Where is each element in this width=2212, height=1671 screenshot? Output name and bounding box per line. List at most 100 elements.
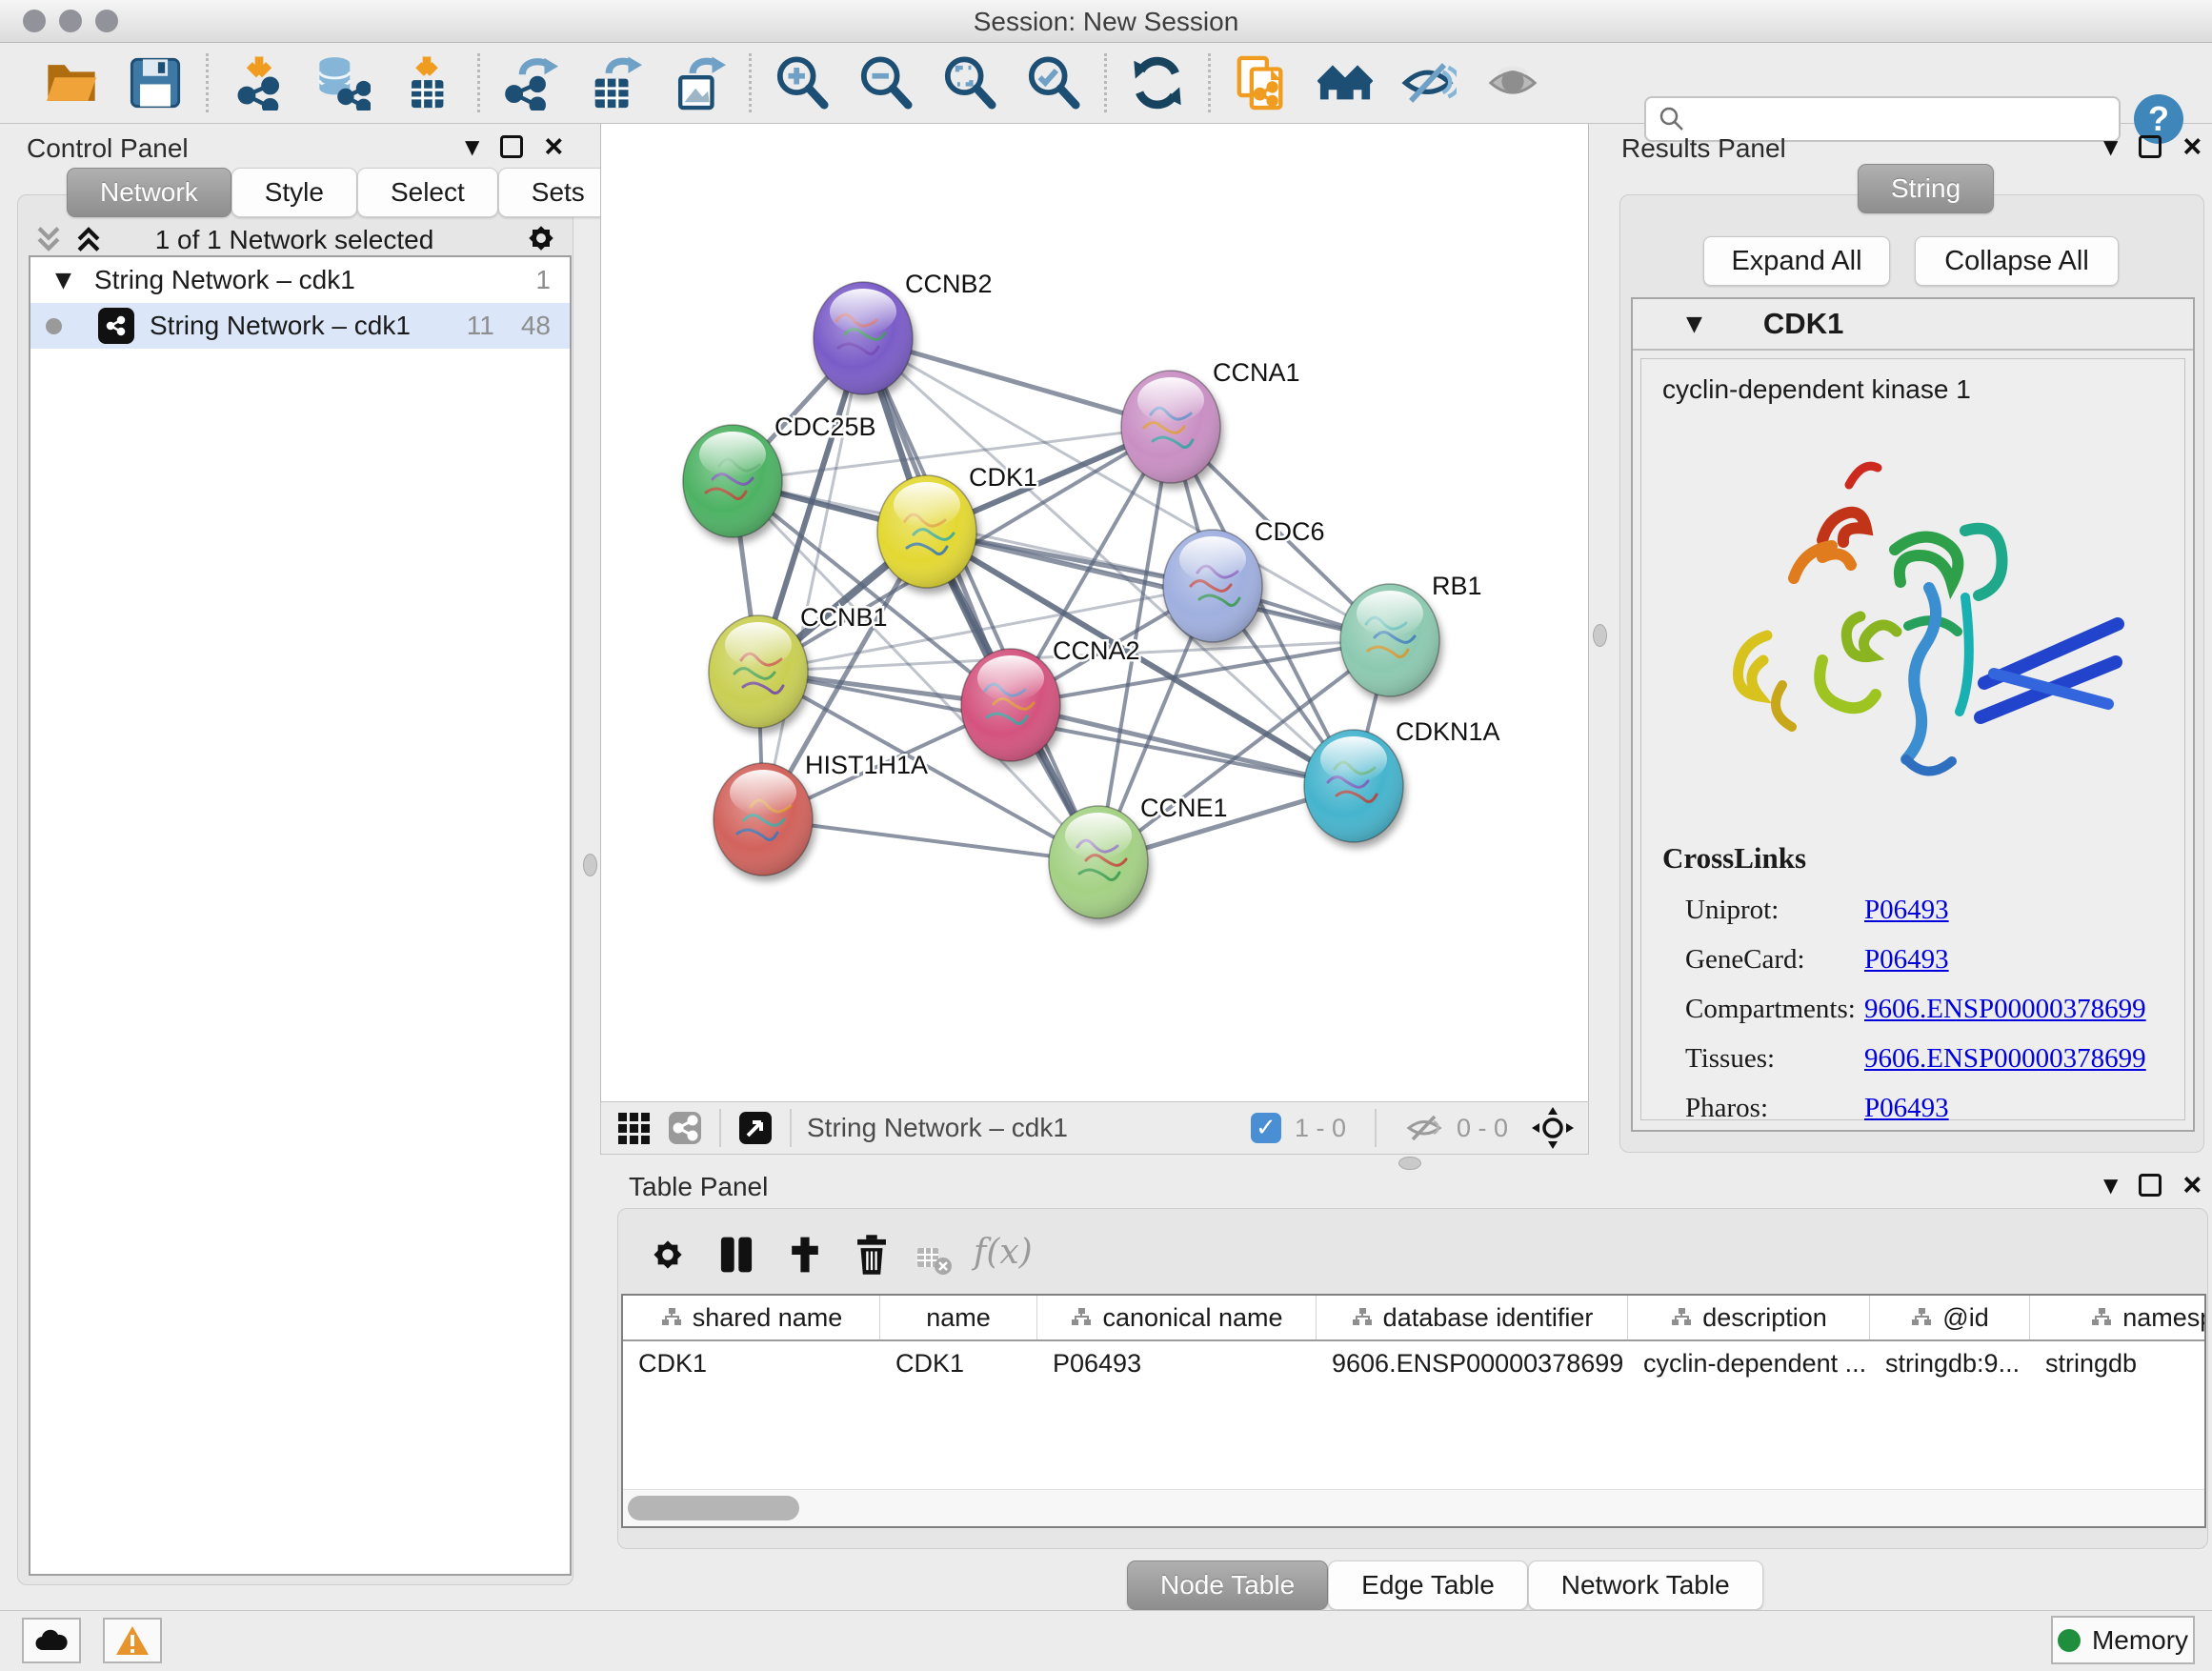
gene-section: ▼ CDK1 cyclin-dependent kinase 1 <box>1631 297 2195 1132</box>
zoom-out-icon[interactable] <box>858 55 914 111</box>
cell-namespace[interactable]: stringdb <box>2030 1341 2206 1385</box>
collapse-all-button[interactable]: Collapse All <box>1915 236 2119 286</box>
network-row[interactable]: String Network – cdk1 11 48 <box>30 303 570 349</box>
column-header-description[interactable]: description <box>1628 1296 1870 1339</box>
app-window: Session: New Session <box>0 0 2212 1671</box>
table-options-gear-icon[interactable] <box>646 1233 690 1277</box>
tab-style[interactable]: Style <box>231 168 357 217</box>
node-label-cdc25b: CDC25B <box>774 413 876 441</box>
network-node-ccna2[interactable] <box>961 649 1060 761</box>
hide-selected-icon[interactable] <box>1401 55 1457 111</box>
network-node-hist1h1a[interactable] <box>714 763 813 876</box>
network-node-cdkn1a[interactable] <box>1304 730 1403 842</box>
close-panel-icon[interactable]: × <box>2182 1174 2202 1197</box>
column-header-name[interactable]: name <box>880 1296 1037 1339</box>
scrollbar-thumb[interactable] <box>628 1496 799 1520</box>
cell-name[interactable]: CDK1 <box>880 1341 1037 1385</box>
crosslink-pharos-link[interactable]: P06493 <box>1864 1093 1949 1124</box>
export-image-icon[interactable] <box>671 55 726 111</box>
cell-shared-name[interactable]: CDK1 <box>623 1341 880 1385</box>
network-options-gear-icon[interactable] <box>522 219 560 257</box>
selected-count-badge: 1 - 0 <box>1295 1114 1346 1143</box>
import-table-icon[interactable] <box>399 55 454 111</box>
open-session-icon[interactable] <box>44 55 99 111</box>
maximize-panel-icon[interactable] <box>2139 135 2162 158</box>
tab-network[interactable]: Network <box>67 168 231 217</box>
column-header-shared-name[interactable]: shared name <box>623 1296 880 1339</box>
import-network-from-database-icon[interactable] <box>315 55 371 111</box>
cloud-status-button[interactable] <box>22 1618 81 1663</box>
delete-column-icon[interactable] <box>850 1233 894 1277</box>
table-row[interactable]: CDK1 CDK1 P06493 9606.ENSP00000378699 cy… <box>623 1341 2204 1385</box>
grid-view-icon[interactable] <box>614 1109 653 1147</box>
apply-layout-icon[interactable] <box>1130 55 1185 111</box>
network-status-dot <box>46 318 62 334</box>
network-node-ccnb1[interactable] <box>709 615 808 728</box>
network-canvas[interactable]: CCNB2CCNA1CDC25BCDK1CDC6RB1CCNB1CCNA2CDK… <box>600 124 1589 1101</box>
window-title: Session: New Session <box>0 7 2212 37</box>
close-panel-icon[interactable]: × <box>544 135 563 158</box>
cell-canonical-name[interactable]: P06493 <box>1037 1341 1317 1385</box>
left-splitter-handle[interactable] <box>583 854 597 876</box>
column-header-database-identifier[interactable]: database identifier <box>1317 1296 1628 1339</box>
results-panel: Results Panel ▼ × String Expand All Coll… <box>1610 124 2212 1155</box>
export-table-icon[interactable] <box>587 55 642 111</box>
network-node-count: 11 <box>467 311 494 341</box>
tree-expander-icon[interactable]: ▼ <box>55 269 71 292</box>
first-neighbors-icon[interactable] <box>1317 55 1373 111</box>
control-panel-title: Control Panel <box>27 133 189 164</box>
cell-database-identifier[interactable]: 9606.ENSP00000378699 <box>1317 1341 1628 1385</box>
network-view-icon[interactable] <box>666 1109 704 1147</box>
crosslink-uniprot-link[interactable]: P06493 <box>1864 895 1949 926</box>
tab-select[interactable]: Select <box>357 168 498 217</box>
zoom-fit-icon[interactable] <box>942 55 997 111</box>
maximize-panel-icon[interactable] <box>500 135 523 158</box>
duplicate-network-icon[interactable] <box>1234 55 1289 111</box>
create-column-icon[interactable] <box>783 1233 827 1277</box>
close-panel-icon[interactable]: × <box>2182 135 2202 158</box>
network-node-cdc6[interactable] <box>1163 530 1262 642</box>
crosslink-genecard-link[interactable]: P06493 <box>1864 944 1949 976</box>
export-network-icon[interactable] <box>503 55 558 111</box>
network-node-ccnb2[interactable] <box>814 282 913 394</box>
show-columns-icon[interactable] <box>714 1233 758 1277</box>
center-view-icon[interactable] <box>1531 1106 1575 1150</box>
tab-node-table[interactable]: Node Table <box>1127 1560 1328 1610</box>
float-panel-icon[interactable]: ▼ <box>2103 1174 2118 1197</box>
network-collection-row[interactable]: ▼ String Network – cdk1 1 <box>30 257 570 303</box>
show-all-icon[interactable] <box>1485 55 1540 111</box>
tab-network-table[interactable]: Network Table <box>1528 1560 1763 1610</box>
float-panel-icon[interactable]: ▼ <box>465 135 479 158</box>
crosslink-tissues-link[interactable]: 9606.ENSP00000378699 <box>1864 1043 2146 1075</box>
cell-id[interactable]: stringdb:9... <box>1870 1341 2030 1385</box>
save-session-icon[interactable] <box>128 55 183 111</box>
warnings-button[interactable] <box>103 1618 162 1663</box>
tab-edge-table[interactable]: Edge Table <box>1328 1560 1528 1610</box>
node-table[interactable]: shared name name canonical name database… <box>621 1294 2206 1528</box>
tab-string[interactable]: String <box>1858 164 1994 213</box>
crosslink-compartments-link[interactable]: 9606.ENSP00000378699 <box>1864 994 2146 1025</box>
zoom-selected-icon[interactable] <box>1026 55 1081 111</box>
network-node-cdk1[interactable] <box>877 475 976 588</box>
network-view-toolbar: String Network – cdk1 ✓ 1 - 0 0 - 0 <box>600 1101 1589 1155</box>
expand-all-button[interactable]: Expand All <box>1703 236 1890 286</box>
import-network-icon[interactable] <box>231 55 287 111</box>
network-node-ccna1[interactable] <box>1121 371 1220 483</box>
network-node-rb1[interactable] <box>1340 584 1439 696</box>
memory-button[interactable]: Memory <box>2051 1616 2195 1664</box>
column-header-canonical-name[interactable]: canonical name <box>1037 1296 1317 1339</box>
birds-eye-view-icon[interactable] <box>736 1109 774 1147</box>
network-node-ccne1[interactable] <box>1049 806 1148 918</box>
network-graph[interactable]: CCNB2CCNA1CDC25BCDK1CDC6RB1CCNB1CCNA2CDK… <box>601 124 1588 1099</box>
section-expander-icon[interactable]: ▼ <box>1686 312 1702 336</box>
zoom-in-icon[interactable] <box>774 55 830 111</box>
network-node-cdc25b[interactable] <box>683 425 782 537</box>
selected-checkbox-icon[interactable]: ✓ <box>1251 1113 1281 1143</box>
float-panel-icon[interactable]: ▼ <box>2103 135 2118 158</box>
horizontal-scrollbar[interactable] <box>623 1489 2204 1526</box>
column-header-namespace[interactable]: namespace <box>2030 1296 2206 1339</box>
cell-description[interactable]: cyclin-dependent ... <box>1628 1341 1870 1385</box>
column-header-id[interactable]: @id <box>1870 1296 2030 1339</box>
maximize-panel-icon[interactable] <box>2139 1174 2162 1197</box>
right-splitter-handle[interactable] <box>1593 624 1607 647</box>
